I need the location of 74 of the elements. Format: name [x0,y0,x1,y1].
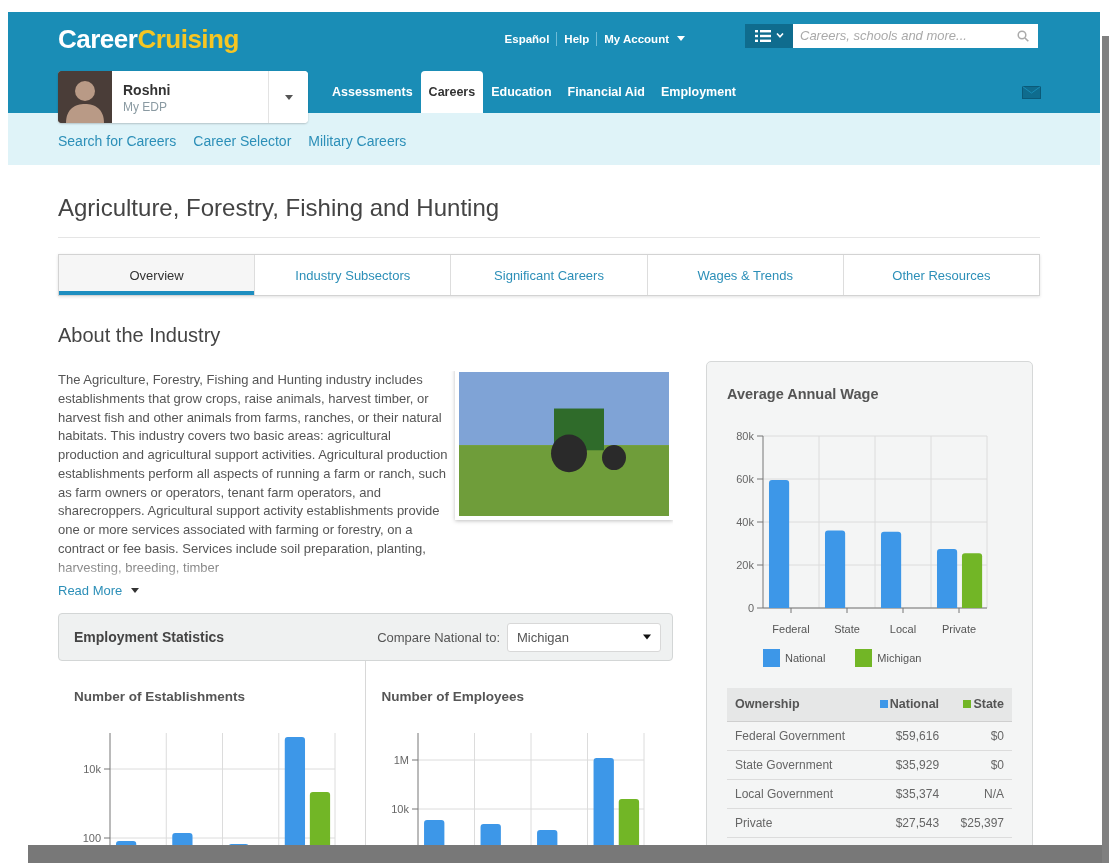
menu-button[interactable] [745,23,793,48]
table-cell: Federal Government [727,721,865,750]
section-heading: About the Industry [58,323,222,347]
column-header: State [947,688,1012,721]
nav-tab[interactable]: Careers [420,71,484,113]
axis-tick-label: 20k [736,559,754,571]
page-title: Agriculture, Forestry, Fishing and Hunting [58,193,1040,238]
caret-icon [643,634,651,641]
account-menu[interactable]: My Account [596,31,692,46]
industry-description: The Agriculture, Forestry, Fishing and Hunting industry includes establishments that grow crops, raise animals, harvest timber, or harvest fish and other animals from farms, ranches, or their natural habitats. This industry covers two basic areas: agricultural production and agricultural support activities. Agricultural production establishments perform all aspects of running a farm or ranch, such as farm owners or operators, tenant farm operators, and sharecroppers. Agricultural support activity establishments provide one or more services associated with farming or forestry, on a contract or fee basis. Services include soil preparation, planting, harvesting, breeding, timber [58,371,449,577]
caret-icon [284,94,293,100]
category-label: Private [941,623,977,635]
profile-subtitle: My EDP [123,100,168,114]
logo[interactable]: CareerCruising [58,24,239,55]
subnav-link[interactable]: Career Selector [193,133,292,149]
state-select[interactable]: Michigan [507,622,661,652]
table-cell: $59,616 [864,721,948,750]
axis-tick-label: 1M [393,754,409,767]
column-header: National [864,688,948,721]
column-header: Ownership [727,688,865,721]
section-tab[interactable]: Industry Subsectors [254,255,451,295]
subnav-link[interactable]: Search for Careers [58,133,177,149]
nav-tab[interactable]: Assessments [324,71,421,113]
axis-tick-label: 0 [747,602,754,614]
nav-tab[interactable]: Employment [652,71,744,113]
chart-title: Number of Establishments [74,689,247,706]
table-cell: $0 [947,750,1012,779]
profile-dropdown-button[interactable] [268,71,308,123]
category-label: Local [889,623,917,635]
profile-card[interactable]: Roshni My EDP [58,71,308,123]
search-icon[interactable] [1017,29,1029,42]
avatar-silhouette [58,71,112,123]
table-cell: Local Government [727,779,865,808]
header-link[interactable]: Español [497,31,557,46]
table-cell: Private [727,808,865,837]
chart-title: Average Annual Wage [727,386,880,402]
mail-icon[interactable] [1022,85,1041,99]
legend-label: Michigan [877,652,922,664]
chart-title: Number of Employees [381,689,526,706]
nav-tab[interactable]: Financial Aid [559,71,653,113]
read-more-link[interactable]: Read More [58,583,140,599]
compare-label: Compare National to: [377,629,500,645]
axis-tick-label: 100 [82,832,101,845]
axis-tick-label: 80k [736,430,754,442]
list-icon [754,29,771,42]
search-field[interactable]: Careers, schools and more... [793,23,1038,48]
table-cell: $35,374 [864,779,948,808]
caret-icon [131,588,140,594]
profile-name: Roshni [123,82,172,98]
section-tab[interactable]: Significant Careers [450,255,647,295]
axis-tick-label: 10k [83,763,101,776]
section-tab[interactable]: Other Resources [842,255,1039,295]
table-cell: $27,543 [864,808,948,837]
table-cell: $0 [947,721,1012,750]
legend-label: National [785,652,826,664]
category-label: Federal [772,623,810,635]
section-tab[interactable]: Wages & Trends [646,255,843,295]
axis-tick-label: 10k [390,803,409,816]
table-cell: N/A [947,779,1012,808]
axis-tick-label: 40k [736,516,754,528]
table-cell: $35,929 [864,750,948,779]
header-link[interactable]: Help [556,31,597,46]
caret-icon [677,36,685,41]
table-cell: State Government [727,750,865,779]
axis-tick-label: 60k [736,473,754,485]
table-cell: $25,397 [947,808,1012,837]
nav-tab[interactable]: Education [483,71,560,113]
category-label: State [834,623,860,635]
bar [937,548,958,608]
bar [961,553,983,608]
panel-title: Employment Statistics [74,629,225,646]
section-tab[interactable]: Overview [59,255,255,295]
caret-icon [775,33,784,38]
subnav-link[interactable]: Military Careers [308,133,407,149]
